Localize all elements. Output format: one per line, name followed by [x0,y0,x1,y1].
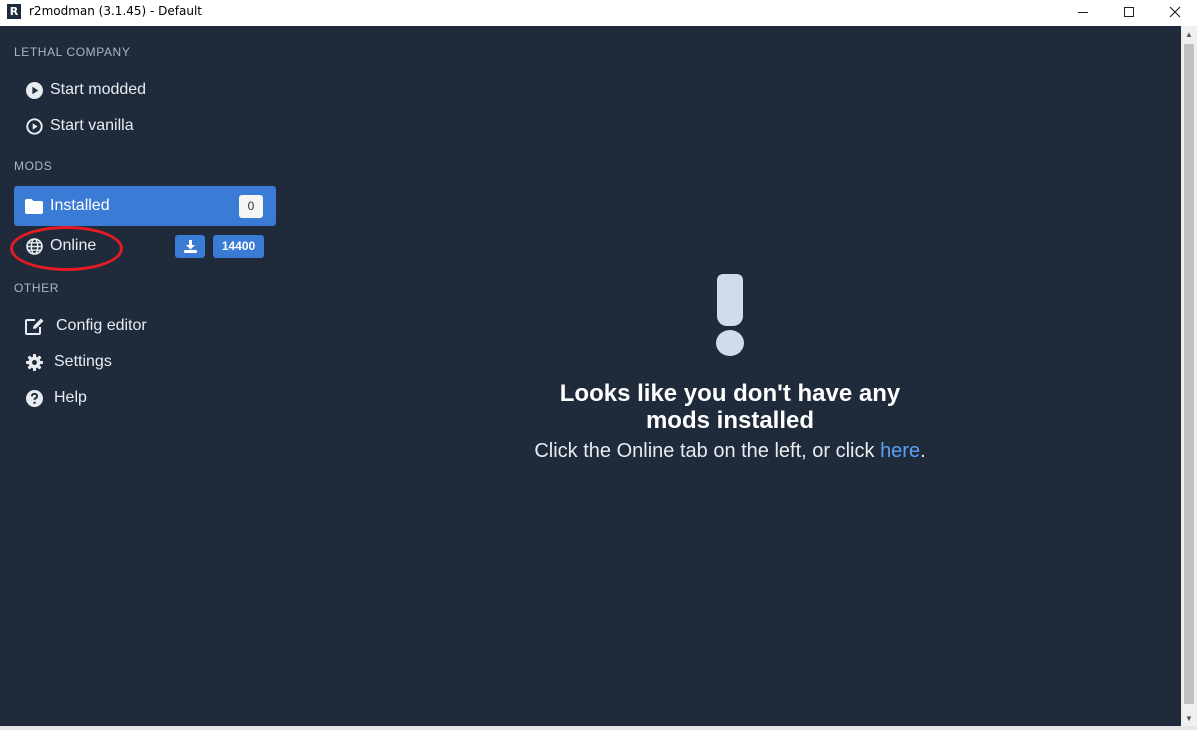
empty-state-period: . [920,440,926,462]
maximize-icon [1124,7,1134,17]
exclamation-icon [715,274,745,356]
sidebar-item-label: Help [54,389,87,406]
sidebar-item-installed[interactable]: Installed 0 [14,186,276,226]
gear-icon [25,353,43,371]
window-titlebar: R r2modman (3.1.45) - Default [0,0,1197,26]
folder-icon [25,197,43,215]
annotation-circle [10,226,123,271]
online-count-badge: 14400 [213,234,264,258]
empty-state-message: Click the Online tab on the left, or cli… [480,440,980,463]
sidebar-item-start-vanilla[interactable]: Start vanilla [14,106,276,146]
close-button[interactable] [1152,0,1197,24]
scroll-up-arrow-icon[interactable]: ▲ [1181,26,1197,42]
section-label-other: OTHER [14,281,59,295]
close-icon [1169,6,1181,18]
scroll-down-arrow-icon[interactable]: ▼ [1181,710,1197,726]
edit-icon [25,317,45,335]
play-circle-icon [25,81,43,99]
sidebar: LETHAL COMPANY Start modded Start vanill… [0,26,290,726]
sidebar-item-settings[interactable]: Settings [14,342,276,382]
empty-state: Looks like you don't have any mods insta… [480,274,980,463]
minimize-button[interactable] [1060,0,1106,24]
app-logo-icon: R [7,4,21,19]
play-circle-outline-icon [25,117,43,135]
sidebar-item-label: Installed [50,197,110,214]
sidebar-item-label: Start modded [50,81,147,98]
sidebar-item-label: Start vanilla [50,117,134,134]
sidebar-item-label: Settings [54,353,112,370]
maximize-button[interactable] [1106,0,1152,24]
installed-count-badge: 0 [239,194,263,218]
vertical-scrollbar[interactable]: ▲ ▼ [1181,26,1197,726]
empty-state-text: Click the Online tab on the left, or cli… [534,440,881,462]
download-updates-button[interactable] [175,234,205,258]
sidebar-item-label: Config editor [56,317,147,334]
sidebar-item-help[interactable]: Help [14,378,276,418]
empty-state-heading: Looks like you don't have any mods insta… [559,380,901,434]
minimize-icon [1078,11,1088,13]
download-icon [183,239,197,253]
section-label-game: LETHAL COMPANY [14,45,131,59]
here-link[interactable]: here [880,440,920,462]
app-body: LETHAL COMPANY Start modded Start vanill… [0,26,1181,726]
scroll-thumb[interactable] [1184,44,1194,704]
window-bottom-edge [0,726,1197,730]
sidebar-item-config-editor[interactable]: Config editor [14,306,276,346]
section-label-mods: MODS [14,159,53,173]
window-title: r2modman (3.1.45) - Default [29,4,203,18]
help-circle-icon [25,389,43,407]
sidebar-item-start-modded[interactable]: Start modded [14,70,276,110]
